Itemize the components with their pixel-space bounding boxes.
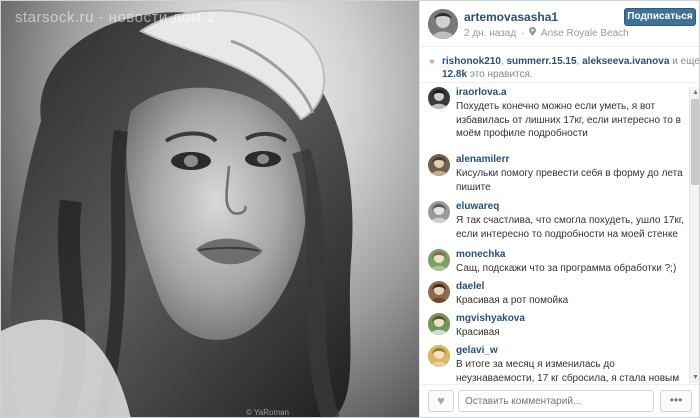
scroll-down-arrow-icon[interactable]: ▼ xyxy=(690,372,699,383)
heart-icon: ♥ xyxy=(437,393,445,408)
follow-button[interactable]: Подписаться xyxy=(624,8,696,26)
like-button[interactable]: ♥ xyxy=(428,390,454,412)
commenter-avatar[interactable] xyxy=(428,345,450,367)
comments-scrollbar[interactable]: ▲ ▼ xyxy=(689,87,699,383)
comment-username[interactable]: gelavi_w xyxy=(456,345,498,356)
more-options-button[interactable]: ••• xyxy=(660,390,692,412)
comment-username[interactable]: mgvishyakova xyxy=(456,313,525,324)
scroll-up-arrow-icon[interactable]: ▲ xyxy=(690,87,699,98)
comments-list[interactable]: iraorlova.a Похудеть конечно можно если … xyxy=(420,87,688,383)
liker-1[interactable]: rishonok210 xyxy=(442,56,501,67)
commenter-avatar[interactable] xyxy=(428,249,450,271)
heart-icon: ♥ xyxy=(429,57,435,68)
likes-line-1: rishonok210, summerr.15.15, alekseeva.iv… xyxy=(442,56,700,67)
post-sidebar: artemovasasha1 2 дн. назад · Anse Royale… xyxy=(419,1,700,417)
likes-and-more: и еще xyxy=(672,56,700,67)
comment-text: Красивая xyxy=(456,327,500,338)
comment-text: Я так счастлива, что смогла похудеть, уш… xyxy=(456,215,684,240)
commenter-avatar[interactable] xyxy=(428,201,450,223)
post-location[interactable]: Anse Royale Beach xyxy=(541,28,629,39)
likes-summary: ♥ rishonok210, summerr.15.15, alekseeva.… xyxy=(420,53,700,83)
commenter-avatar[interactable] xyxy=(428,313,450,335)
comment-username[interactable]: daelel xyxy=(456,281,484,292)
commenter-avatar[interactable] xyxy=(428,154,450,176)
commenter-avatar[interactable] xyxy=(428,281,450,303)
likes-suffix: это нравится. xyxy=(469,69,533,80)
author-username[interactable]: artemovasasha1 xyxy=(464,10,558,24)
meta-separator: · xyxy=(521,28,525,39)
commenter-avatar[interactable] xyxy=(428,87,450,109)
likes-count[interactable]: 12.8k xyxy=(442,69,467,80)
post-footer: ♥ ••• xyxy=(420,384,699,417)
map-pin-icon xyxy=(529,27,537,38)
liker-2[interactable]: summerr.15.15 xyxy=(506,56,576,67)
post-window: starsock.ru - новости дом-2 © YaRoman ar… xyxy=(0,0,700,418)
portrait-image xyxy=(1,9,353,417)
liker-3[interactable]: alekseeva.ivanova xyxy=(582,56,669,67)
post-header: artemovasasha1 2 дн. назад · Anse Royale… xyxy=(420,1,699,47)
watermark-text: starsock.ru - новости дом-2 xyxy=(15,9,216,26)
comment-text: Красивая а рот помойка xyxy=(456,295,569,306)
comment-text: Кисульки помогу превести себя в форму до… xyxy=(456,168,683,193)
likes-line-2: 12.8k это нравится. xyxy=(442,69,533,80)
post-photo[interactable]: starsock.ru - новости дом-2 © YaRoman xyxy=(1,1,419,417)
scrollbar-thumb[interactable] xyxy=(691,99,699,185)
comment-text: Сащ, подскажи что за программа обработки… xyxy=(456,263,677,274)
comment-username[interactable]: iraorlova.a xyxy=(456,87,507,98)
post-time[interactable]: 2 дн. назад xyxy=(464,28,516,39)
photo-credit: © YaRoman xyxy=(246,408,289,417)
comment-username[interactable]: alenamilerr xyxy=(456,154,509,165)
post-meta: 2 дн. назад · Anse Royale Beach xyxy=(464,27,629,39)
comment-username[interactable]: monechka xyxy=(456,249,505,260)
author-avatar[interactable] xyxy=(428,9,458,39)
comment-username[interactable]: eluwareq xyxy=(456,201,499,212)
comment-input[interactable] xyxy=(458,390,654,412)
comment-text: В итоге за месяц я изменилась до неузнав… xyxy=(456,359,680,383)
comment-text: Похудеть конечно можно если уметь, я вот… xyxy=(456,101,681,139)
